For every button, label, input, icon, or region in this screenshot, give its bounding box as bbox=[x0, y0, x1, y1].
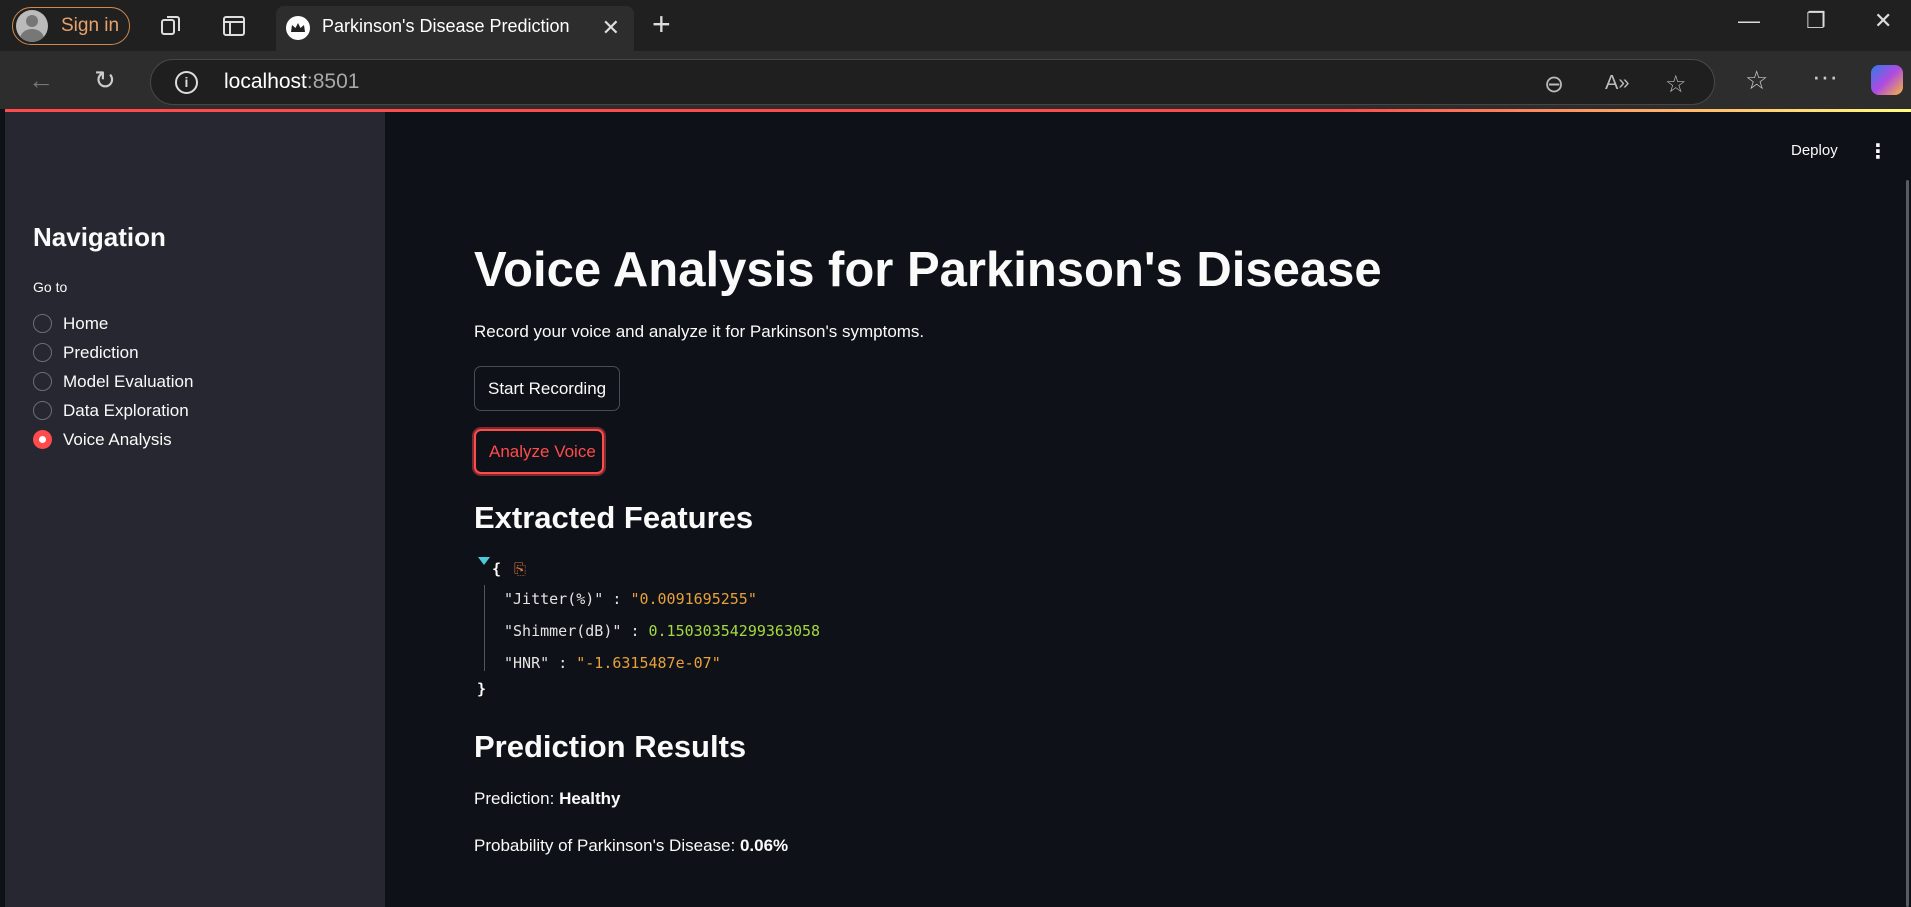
tab-actions-icon[interactable] bbox=[221, 13, 247, 39]
close-window-icon[interactable]: ✕ bbox=[1874, 8, 1892, 34]
json-value: "0.0091695255" bbox=[630, 590, 757, 608]
sign-in-button[interactable]: Sign in bbox=[12, 7, 130, 45]
more-options-icon[interactable]: ··· bbox=[1812, 61, 1838, 92]
probability-value: 0.06% bbox=[739, 836, 789, 855]
start-recording-button[interactable]: Start Recording bbox=[474, 366, 620, 411]
scrollbar[interactable] bbox=[1906, 180, 1909, 907]
copilot-icon[interactable] bbox=[1871, 65, 1903, 95]
json-close-brace: } bbox=[477, 680, 487, 698]
refresh-icon[interactable]: ↻ bbox=[94, 65, 116, 96]
features-heading: Extracted Features bbox=[474, 500, 754, 535]
json-value: "-1.6315487e-07" bbox=[576, 654, 721, 672]
radio-button[interactable] bbox=[33, 314, 52, 333]
workspaces-icon[interactable] bbox=[158, 13, 184, 39]
navigation-radio-group: Home Prediction Model Evaluation Data Ex… bbox=[33, 309, 193, 454]
json-key: "HNR" bbox=[504, 654, 550, 672]
prediction-value: Healthy bbox=[559, 789, 621, 808]
site-info-icon[interactable]: i bbox=[175, 71, 198, 94]
favorite-star-icon[interactable]: ☆ bbox=[1665, 70, 1687, 99]
read-aloud-icon[interactable]: A» bbox=[1605, 72, 1629, 95]
sidebar: Navigation Go to Home Prediction Model E… bbox=[5, 112, 385, 907]
tab-title: Parkinson's Disease Prediction bbox=[322, 16, 570, 36]
radio-item-data-exploration[interactable]: Data Exploration bbox=[33, 396, 193, 425]
radio-item-home[interactable]: Home bbox=[33, 309, 193, 338]
radio-button[interactable] bbox=[33, 343, 52, 362]
analyze-voice-button[interactable]: Analyze Voice bbox=[474, 429, 604, 474]
radio-item-model-evaluation[interactable]: Model Evaluation bbox=[33, 367, 193, 396]
json-open-brace: { bbox=[492, 560, 502, 578]
browser-toolbar: ← ↻ i localhost:8501 ⊖ A» ☆ ☆ ··· bbox=[0, 51, 1911, 109]
address-bar[interactable]: i localhost:8501 ⊖ A» ☆ bbox=[150, 59, 1715, 105]
copy-to-clipboard-icon[interactable]: ⎘ bbox=[514, 560, 526, 578]
json-row: "HNR" : "-1.6315487e-07" bbox=[504, 654, 721, 672]
new-tab-icon[interactable]: + bbox=[652, 6, 671, 43]
profile-avatar-icon bbox=[16, 10, 48, 42]
active-browser-tab[interactable]: Parkinson's Disease Prediction ✕ bbox=[276, 6, 634, 51]
page-subtitle: Record your voice and analyze it for Par… bbox=[474, 322, 925, 341]
radio-label: Model Evaluation bbox=[63, 371, 194, 391]
radio-label: Prediction bbox=[63, 342, 139, 362]
prediction-line: Prediction: Healthy bbox=[474, 789, 620, 809]
probability-line: Probability of Parkinson's Disease: 0.06… bbox=[474, 836, 788, 856]
json-key: "Jitter(%)" bbox=[504, 590, 604, 608]
close-tab-icon[interactable]: ✕ bbox=[602, 15, 620, 41]
sidebar-title: Navigation bbox=[33, 222, 166, 252]
json-value: 0.15030354299363058 bbox=[648, 622, 821, 640]
favorites-list-icon[interactable]: ☆ bbox=[1745, 65, 1768, 96]
streamlit-favicon-icon bbox=[286, 16, 310, 40]
collapse-caret-icon[interactable] bbox=[478, 557, 490, 565]
restore-icon[interactable]: ❐ bbox=[1806, 8, 1826, 34]
radio-button[interactable] bbox=[33, 401, 52, 420]
minimize-icon[interactable]: — bbox=[1738, 8, 1760, 34]
main-menu-icon[interactable]: ⋮ bbox=[1868, 139, 1888, 164]
radio-item-prediction[interactable]: Prediction bbox=[33, 338, 193, 367]
back-arrow-icon[interactable]: ← bbox=[28, 65, 54, 96]
prediction-label: Prediction: bbox=[474, 789, 555, 808]
zoom-out-icon[interactable]: ⊖ bbox=[1544, 70, 1564, 99]
radio-item-voice-analysis[interactable]: Voice Analysis bbox=[33, 425, 193, 454]
page-title: Voice Analysis for Parkinson's Disease bbox=[474, 243, 1382, 297]
radio-label: Home bbox=[63, 313, 109, 333]
deploy-button[interactable]: Deploy bbox=[1791, 142, 1838, 159]
url-text: localhost:8501 bbox=[224, 70, 360, 93]
streamlit-app: Navigation Go to Home Prediction Model E… bbox=[5, 112, 1911, 907]
sign-in-label: Sign in bbox=[61, 15, 120, 36]
radio-group-label: Go to bbox=[33, 279, 68, 295]
json-row: "Jitter(%)" : "0.0091695255" bbox=[504, 590, 757, 608]
radio-button[interactable] bbox=[33, 372, 52, 391]
probability-label: Probability of Parkinson's Disease: bbox=[474, 836, 736, 855]
json-row: "Shimmer(dB)" : 0.15030354299363058 bbox=[504, 622, 821, 640]
browser-tab-strip: Sign in Parkinson's Disease Prediction ✕… bbox=[0, 0, 1911, 51]
json-key: "Shimmer(dB)" bbox=[504, 622, 622, 640]
radio-label: Data Exploration bbox=[63, 400, 189, 420]
radio-button-selected[interactable] bbox=[33, 430, 52, 449]
results-heading: Prediction Results bbox=[474, 729, 747, 764]
radio-label: Voice Analysis bbox=[63, 429, 172, 449]
json-indent-guide bbox=[484, 585, 485, 671]
